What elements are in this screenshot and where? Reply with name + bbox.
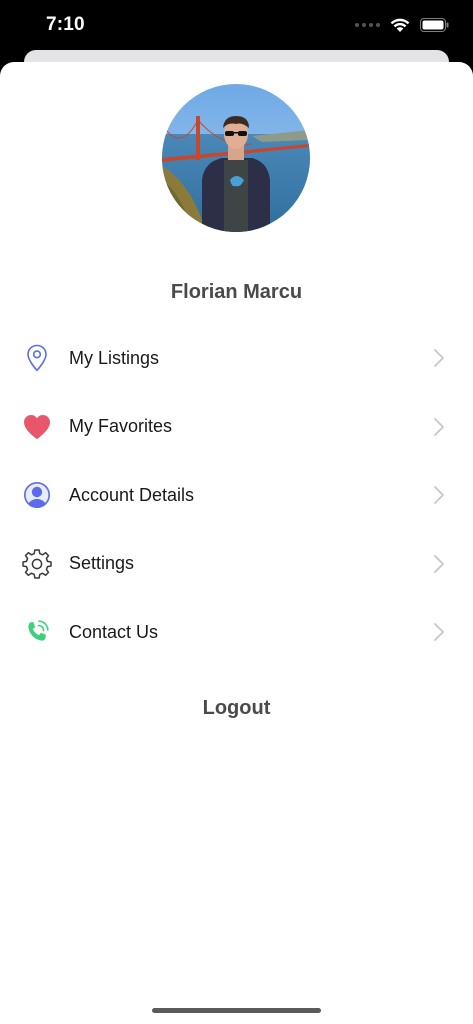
profile-name: Florian Marcu <box>170 281 303 303</box>
logout-button[interactable]: Logout <box>0 697 473 720</box>
status-icons <box>355 14 449 36</box>
menu-item-contact-us[interactable]: Contact Us <box>0 598 473 667</box>
menu-item-my-favorites[interactable]: My Favorites <box>0 393 473 462</box>
status-bar: 7:10 <box>0 0 473 52</box>
profile-sheet: Florian Marcu My Listings My Favorites A… <box>0 62 473 1024</box>
location-pin-icon <box>22 343 52 373</box>
home-indicator[interactable] <box>152 1008 321 1013</box>
chevron-right-icon <box>434 623 444 642</box>
chevron-right-icon <box>434 349 444 368</box>
profile-menu: My Listings My Favorites Account Details… <box>0 324 473 667</box>
chevron-right-icon <box>434 486 444 505</box>
avatar[interactable] <box>162 84 310 232</box>
menu-item-label: My Favorites <box>69 416 173 437</box>
signal-icon <box>355 23 380 27</box>
battery-icon <box>420 18 449 32</box>
phone-icon <box>22 617 52 647</box>
menu-item-label: My Listings <box>69 347 160 368</box>
gear-icon <box>22 549 52 579</box>
avatar-photo <box>162 84 310 232</box>
menu-item-label: Settings <box>69 553 135 574</box>
menu-item-label: Account Details <box>69 484 195 505</box>
menu-item-label: Contact Us <box>69 621 159 642</box>
menu-item-settings[interactable]: Settings <box>0 530 473 599</box>
heart-icon <box>22 412 52 442</box>
user-circle-icon <box>22 480 52 510</box>
wifi-icon <box>390 18 410 32</box>
chevron-right-icon <box>434 554 444 573</box>
status-time: 7:10 <box>46 14 85 35</box>
chevron-right-icon <box>434 417 444 436</box>
menu-item-my-listings[interactable]: My Listings <box>0 324 473 393</box>
menu-item-account-details[interactable]: Account Details <box>0 461 473 530</box>
